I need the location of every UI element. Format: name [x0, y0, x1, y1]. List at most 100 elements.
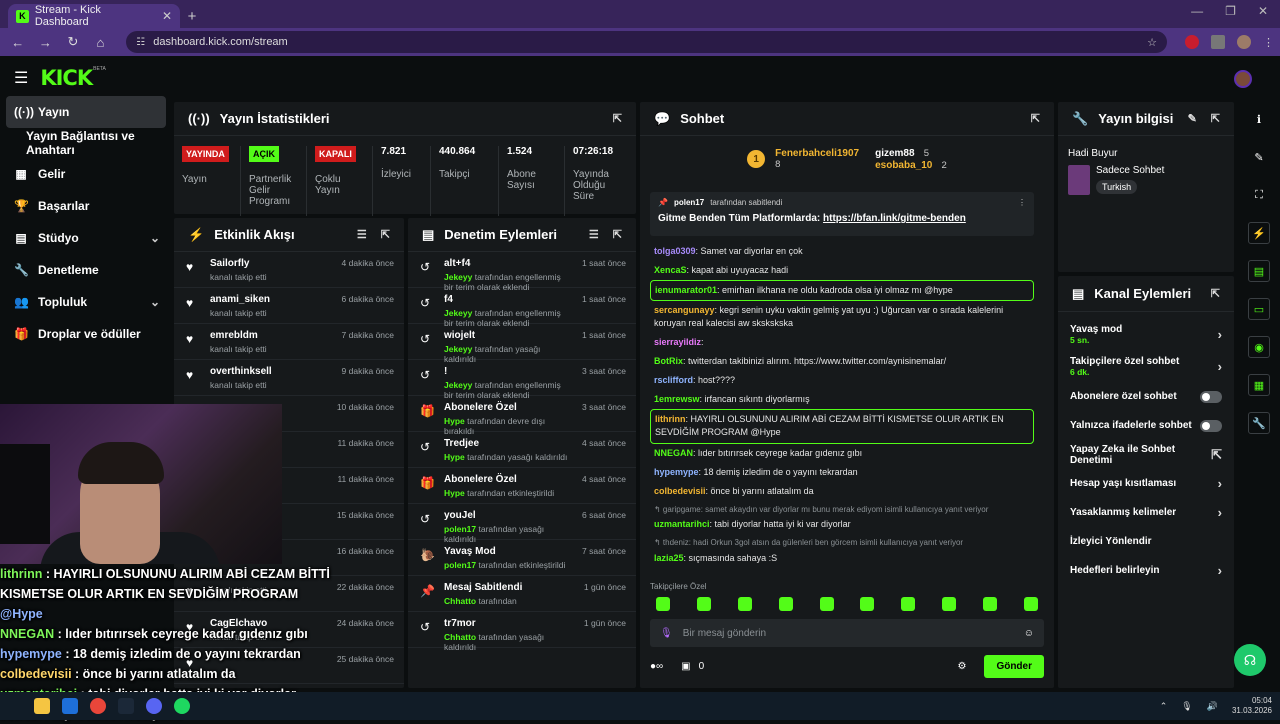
- user-avatar[interactable]: [1234, 70, 1252, 88]
- emote-icon[interactable]: [983, 597, 997, 611]
- popout-icon[interactable]: ⇱: [381, 228, 390, 241]
- sidebar-item-studyo[interactable]: ▤ Stüdyo ⌄: [6, 222, 166, 254]
- extension-icon[interactable]: [1185, 35, 1200, 49]
- document-icon[interactable]: ▤: [1248, 260, 1270, 282]
- mod-action-title[interactable]: Mesaj Sabitlendi: [444, 582, 574, 593]
- chat-username[interactable]: BotRix: [654, 356, 683, 366]
- popout-icon[interactable]: ⇱: [1211, 112, 1220, 125]
- popout-icon[interactable]: ⇱: [1211, 287, 1220, 300]
- activity-user[interactable]: overthinksell: [210, 366, 332, 377]
- popout-icon[interactable]: ⇱: [613, 112, 622, 125]
- stream-tag[interactable]: Turkish: [1096, 180, 1138, 194]
- emote-icon[interactable]: [696, 597, 711, 611]
- mod-actor[interactable]: Jekeyy: [444, 308, 472, 318]
- chat-username[interactable]: hypemype: [654, 467, 699, 477]
- send-button[interactable]: Gönder: [984, 655, 1044, 678]
- category-thumbnail[interactable]: [1068, 165, 1090, 195]
- mod-action-title[interactable]: Abonelere Özel: [444, 402, 572, 413]
- toggle-switch[interactable]: [1200, 390, 1222, 403]
- chrome-icon[interactable]: [90, 698, 106, 714]
- chat-username[interactable]: colbedevisii: [654, 486, 706, 496]
- chat-username[interactable]: sierrayildiz: [654, 337, 701, 347]
- volume-icon[interactable]: 🔊: [1207, 701, 1218, 712]
- emote-icon[interactable]: [1023, 597, 1038, 611]
- close-window-icon[interactable]: ✕: [1258, 4, 1268, 18]
- chat-username[interactable]: 1emrewsw: [654, 394, 700, 404]
- focus-icon[interactable]: ⛶: [1248, 184, 1270, 206]
- mod-action-title[interactable]: wiojelt: [444, 330, 572, 341]
- help-icon[interactable]: ☊: [1234, 644, 1266, 676]
- address-bar[interactable]: ☷ dashboard.kick.com/stream ☆: [126, 31, 1168, 53]
- more-icon[interactable]: ⋮: [1018, 198, 1026, 207]
- mod-action-title[interactable]: f4: [444, 294, 572, 305]
- file-explorer-icon[interactable]: [34, 698, 50, 714]
- chat-username[interactable]: ienumarator01: [655, 285, 717, 295]
- browser-tab[interactable]: K Stream - Kick Dashboard ✕: [8, 4, 180, 28]
- edit-icon[interactable]: ✎: [1188, 112, 1197, 125]
- extensions-puzzle-icon[interactable]: [1211, 35, 1226, 49]
- activity-user[interactable]: emrebldm: [210, 330, 332, 341]
- sidebar-item-denetleme[interactable]: 🔧 Denetleme: [6, 254, 166, 286]
- site-info-icon[interactable]: ☷: [136, 37, 145, 48]
- reload-icon[interactable]: ↻: [61, 30, 85, 54]
- kick-logo[interactable]: KICK: [40, 66, 93, 90]
- mod-actor[interactable]: polen17: [444, 524, 476, 534]
- chat-bubble-icon[interactable]: ▭: [1248, 298, 1270, 320]
- clock[interactable]: 05:04 31.03.2026: [1232, 696, 1272, 717]
- activity-user[interactable]: Sailorfly: [210, 258, 332, 269]
- chat-username[interactable]: lazia25: [654, 553, 684, 563]
- popout-icon[interactable]: ⇱: [1031, 112, 1040, 125]
- chat-username[interactable]: uzmantarihci: [654, 519, 710, 529]
- mod-action-title[interactable]: youJel: [444, 510, 572, 521]
- filter-icon[interactable]: ☰: [357, 228, 367, 241]
- emote-icon[interactable]: [901, 597, 916, 611]
- close-tab-icon[interactable]: ✕: [162, 9, 172, 23]
- chat-username[interactable]: XencaS: [654, 265, 687, 275]
- pinned-message[interactable]: 📌 polen17 tarafından sabitlendi ⋮ Gitme Ben…: [650, 192, 1034, 236]
- info-icon[interactable]: ℹ: [1248, 108, 1270, 130]
- new-tab-button[interactable]: +: [180, 4, 204, 28]
- minimize-icon[interactable]: —: [1191, 4, 1203, 18]
- mod-action-title[interactable]: alt+f4: [444, 258, 572, 269]
- emote-icon[interactable]: [778, 597, 793, 611]
- leader-name[interactable]: esobaba_10: [875, 160, 932, 171]
- home-icon[interactable]: ⌂: [89, 30, 113, 54]
- mod-actor[interactable]: Jekeyy: [444, 380, 472, 390]
- community-icon[interactable]: ●∞: [650, 661, 663, 672]
- channel-setting[interactable]: Yalnızca ifadelerle sohbet: [1058, 411, 1234, 440]
- back-icon[interactable]: ←: [6, 30, 30, 54]
- channel-setting[interactable]: Yasaklanmış kelimeler ›: [1058, 498, 1234, 527]
- leader-name[interactable]: gizem88: [875, 148, 914, 159]
- channel-setting[interactable]: Hedefleri belirleyin ›: [1058, 556, 1234, 585]
- emote-icon[interactable]: [942, 597, 957, 611]
- mod-actor[interactable]: Hype: [444, 488, 465, 498]
- popout-icon[interactable]: ⇱: [613, 228, 622, 241]
- mod-actor[interactable]: Chhatto: [444, 596, 476, 606]
- mod-action-title[interactable]: Yavaş Mod: [444, 546, 572, 557]
- mod-actor[interactable]: polen17: [444, 560, 476, 570]
- sidebar-item-droplar[interactable]: 🎁 Droplar ve ödüller: [6, 318, 166, 350]
- channel-icon[interactable]: ▦: [1248, 374, 1270, 396]
- leader-name[interactable]: Fenerbahceli1907: [775, 148, 859, 159]
- mod-actor[interactable]: Jekeyy: [444, 344, 472, 354]
- mod-action-title[interactable]: Tredjee: [444, 438, 572, 449]
- bookmark-star-icon[interactable]: ☆: [1147, 36, 1157, 49]
- chat-username[interactable]: lithrinn: [655, 414, 686, 424]
- emote-icon[interactable]: [737, 597, 752, 611]
- lightning-icon[interactable]: ⚡: [1248, 222, 1270, 244]
- channel-setting[interactable]: Yapay Zeka ile Sohbet Denetimi ⇱: [1058, 440, 1234, 469]
- outlook-icon[interactable]: [62, 698, 78, 714]
- mod-actor[interactable]: Jekeyy: [444, 272, 472, 282]
- channel-setting[interactable]: Takipçilere özel sohbet 6 dk. ›: [1058, 350, 1234, 382]
- microphone-icon[interactable]: 🎙: [1181, 701, 1192, 712]
- pinned-link[interactable]: https://bfan.link/gitme-benden: [823, 213, 966, 224]
- chat-username[interactable]: rsclifford: [654, 375, 693, 385]
- chat-input[interactable]: 🎙 Bir mesaj gönderin ☺: [650, 619, 1044, 647]
- microphone-icon[interactable]: 🎙: [660, 628, 673, 639]
- profile-avatar[interactable]: [1237, 35, 1252, 49]
- broadcast-icon[interactable]: ◉: [1248, 336, 1270, 358]
- channel-setting[interactable]: Hesap yaşı kısıtlaması ›: [1058, 469, 1234, 498]
- wrench-icon[interactable]: 🔧: [1248, 412, 1270, 434]
- chat-username[interactable]: NNEGAN: [654, 448, 693, 458]
- mod-actor[interactable]: Hype: [444, 452, 465, 462]
